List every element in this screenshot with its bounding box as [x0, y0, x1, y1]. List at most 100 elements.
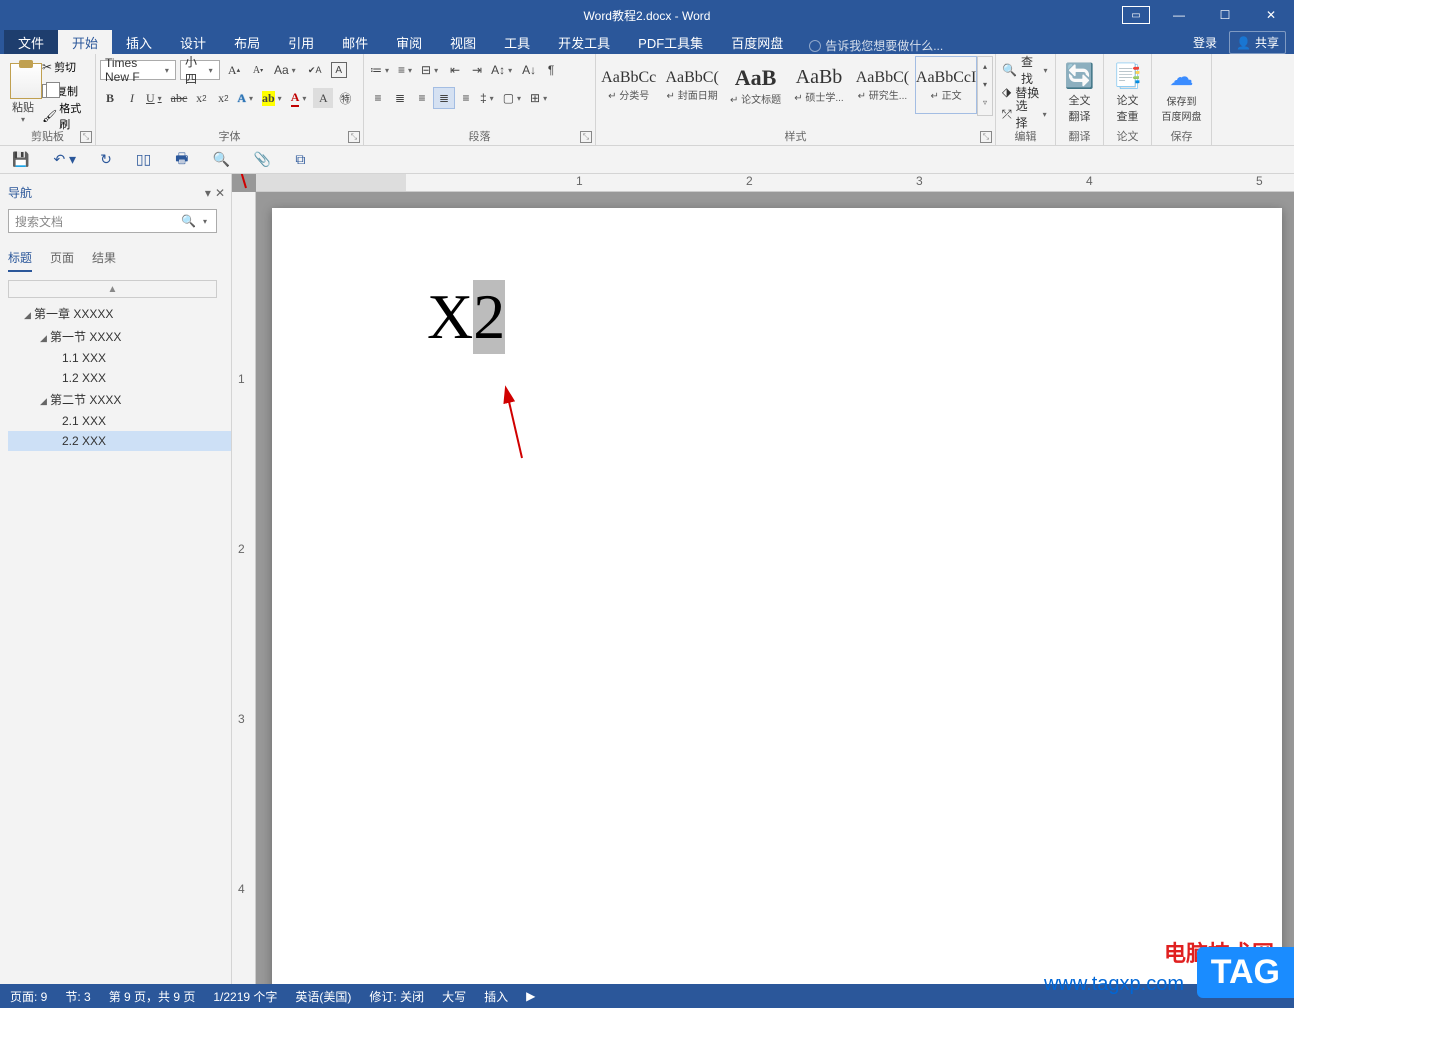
paste-button[interactable]: 粘贴 ▾ — [4, 56, 42, 128]
format-painter-button[interactable]: 🖌格式刷 — [42, 104, 91, 128]
align-center-button[interactable]: ≣ — [390, 88, 410, 108]
document-scroll[interactable]: X2 — [256, 192, 1294, 984]
style-item-4[interactable]: AaBbC(↵ 研究生... — [852, 56, 913, 114]
bullets-button[interactable]: ≔▾ — [368, 60, 394, 80]
login-link[interactable]: 登录 — [1193, 34, 1217, 51]
style-item-1[interactable]: AaBbC(↵ 封面日期 — [661, 56, 722, 114]
change-case-button[interactable]: Aa▾ — [272, 60, 301, 80]
numbering-button[interactable]: ≡▾ — [396, 60, 417, 80]
text-effects-button[interactable]: A▾ — [235, 88, 258, 108]
nav-close-button[interactable]: ✕ — [215, 186, 225, 200]
tab-home[interactable]: 开始 — [58, 30, 112, 54]
nav-dropdown[interactable]: ▾ — [205, 186, 211, 200]
status-words[interactable]: 1/2219 个字 — [213, 988, 277, 1005]
nav-tab-pages[interactable]: 页面 — [50, 245, 74, 272]
shading-button[interactable]: ▢▾ — [501, 88, 526, 108]
style-item-0[interactable]: AaBbCc↵ 分类号 — [598, 56, 659, 114]
qat-print-preview[interactable]: 🖶 — [175, 148, 188, 172]
tab-mailings[interactable]: 邮件 — [328, 30, 382, 54]
qat-redo[interactable]: ↻ — [100, 151, 112, 168]
superscript-button[interactable]: x2 — [213, 88, 233, 108]
asian-layout-button[interactable]: A↕▾ — [489, 60, 517, 80]
qat-attach[interactable]: 📎 — [254, 151, 271, 168]
bold-button[interactable]: B — [100, 88, 120, 108]
status-caps[interactable]: 大写 — [442, 988, 466, 1005]
styles-launcher[interactable]: ⤡ — [980, 131, 992, 143]
qat-zoom[interactable]: 🔍 — [212, 151, 229, 168]
qat-pages[interactable]: ▯▯ — [136, 151, 151, 168]
tree-item[interactable]: ◢第二节 XXXX — [8, 388, 231, 411]
shrink-font-button[interactable]: A▾ — [248, 60, 268, 80]
nav-jump-top[interactable]: ▲ — [8, 280, 217, 298]
style-expand[interactable]: ▿ — [978, 93, 992, 111]
tab-tools[interactable]: 工具 — [490, 30, 544, 54]
horizontal-ruler[interactable]: 1 2 3 4 5 — [256, 174, 1294, 192]
style-item-2[interactable]: AaB↵ 论文标题 — [725, 56, 786, 114]
strikethrough-button[interactable]: abc — [169, 88, 190, 108]
tab-references[interactable]: 引用 — [274, 30, 328, 54]
increase-indent-button[interactable]: ⇥ — [467, 60, 487, 80]
tree-item[interactable]: 1.1 XXX — [8, 348, 231, 368]
italic-button[interactable]: I — [122, 88, 142, 108]
tab-insert[interactable]: 插入 — [112, 30, 166, 54]
cut-button[interactable]: 剪切 — [42, 56, 91, 78]
doc-text[interactable]: X — [427, 280, 473, 354]
tree-item[interactable]: 1.2 XXX — [8, 368, 231, 388]
align-right-button[interactable]: ≡ — [412, 88, 432, 108]
tree-item[interactable]: ◢第一章 XXXXX — [8, 302, 231, 325]
doc-selected-text[interactable]: 2 — [473, 280, 505, 354]
decrease-indent-button[interactable]: ⇤ — [445, 60, 465, 80]
minimize-button[interactable]: — — [1156, 0, 1202, 30]
underline-button[interactable]: U▾ — [144, 88, 167, 108]
tab-baidu[interactable]: 百度网盘 — [717, 30, 797, 54]
page[interactable]: X2 — [272, 208, 1282, 984]
font-name-combo[interactable]: Times New F▾ — [100, 60, 176, 80]
tab-view[interactable]: 视图 — [436, 30, 490, 54]
tree-item[interactable]: 2.1 XXX — [8, 411, 231, 431]
maximize-button[interactable]: ☐ — [1202, 0, 1248, 30]
status-page[interactable]: 页面: 9 — [10, 988, 47, 1005]
status-pageof[interactable]: 第 9 页，共 9 页 — [109, 988, 196, 1005]
tab-developer[interactable]: 开发工具 — [544, 30, 624, 54]
tree-item[interactable]: ◢第一节 XXXX — [8, 325, 231, 348]
nav-tab-results[interactable]: 结果 — [92, 245, 116, 272]
char-shading-button[interactable]: A — [313, 88, 333, 108]
copy-button[interactable]: 复制 — [42, 80, 91, 102]
qat-window[interactable]: ⧉ — [295, 151, 305, 168]
justify-button[interactable]: ≣ — [434, 88, 454, 108]
status-track[interactable]: 修订: 关闭 — [369, 988, 424, 1005]
clipboard-launcher[interactable]: ⤡ — [80, 131, 92, 143]
highlight-button[interactable]: ab▾ — [260, 88, 287, 108]
borders-button[interactable]: ⊞▾ — [528, 88, 552, 108]
multilevel-button[interactable]: ⊟▾ — [419, 60, 443, 80]
close-button[interactable]: ✕ — [1248, 0, 1294, 30]
nav-tab-headings[interactable]: 标题 — [8, 245, 32, 272]
find-button[interactable]: 🔍查找▾ — [1000, 59, 1051, 81]
para-launcher[interactable]: ⤡ — [580, 131, 592, 143]
status-macro-icon[interactable]: ▶ — [526, 989, 535, 1003]
tree-item[interactable]: 2.2 XXX — [8, 431, 231, 451]
save-baidu-button[interactable]: ☁ 保存到 百度网盘 — [1156, 56, 1207, 128]
style-item-3[interactable]: AaBb↵ 硕士学... — [788, 56, 849, 114]
ribbon-display-icon[interactable]: ▭ — [1122, 6, 1150, 24]
style-scroll-down[interactable]: ▾ — [978, 75, 992, 93]
subscript-button[interactable]: x2 — [191, 88, 211, 108]
line-spacing-button[interactable]: ‡▾ — [478, 88, 499, 108]
status-language[interactable]: 英语(美国) — [295, 988, 351, 1005]
font-size-combo[interactable]: 小四▾ — [180, 60, 220, 80]
align-left-button[interactable]: ≡ — [368, 88, 388, 108]
char-border-button[interactable]: A — [329, 60, 349, 80]
tab-file[interactable]: 文件 — [4, 30, 58, 54]
font-color-button[interactable]: A▾ — [289, 88, 312, 108]
status-insert[interactable]: 插入 — [484, 988, 508, 1005]
vertical-ruler[interactable]: 1 2 3 4 — [232, 192, 256, 984]
share-button[interactable]: 👤共享 — [1229, 31, 1286, 54]
qat-undo[interactable]: ↶ ▾ — [53, 151, 76, 168]
style-item-5[interactable]: AaBbCcI↵ 正文 — [915, 56, 977, 114]
qat-save[interactable]: 💾 — [12, 151, 29, 168]
sort-button[interactable]: A↓ — [519, 60, 539, 80]
style-scroll-up[interactable]: ▴ — [978, 57, 992, 75]
distribute-button[interactable]: ≡ — [456, 88, 476, 108]
tab-pdf[interactable]: PDF工具集 — [624, 30, 717, 54]
phonetic-guide-button[interactable]: ✔A — [305, 60, 325, 80]
